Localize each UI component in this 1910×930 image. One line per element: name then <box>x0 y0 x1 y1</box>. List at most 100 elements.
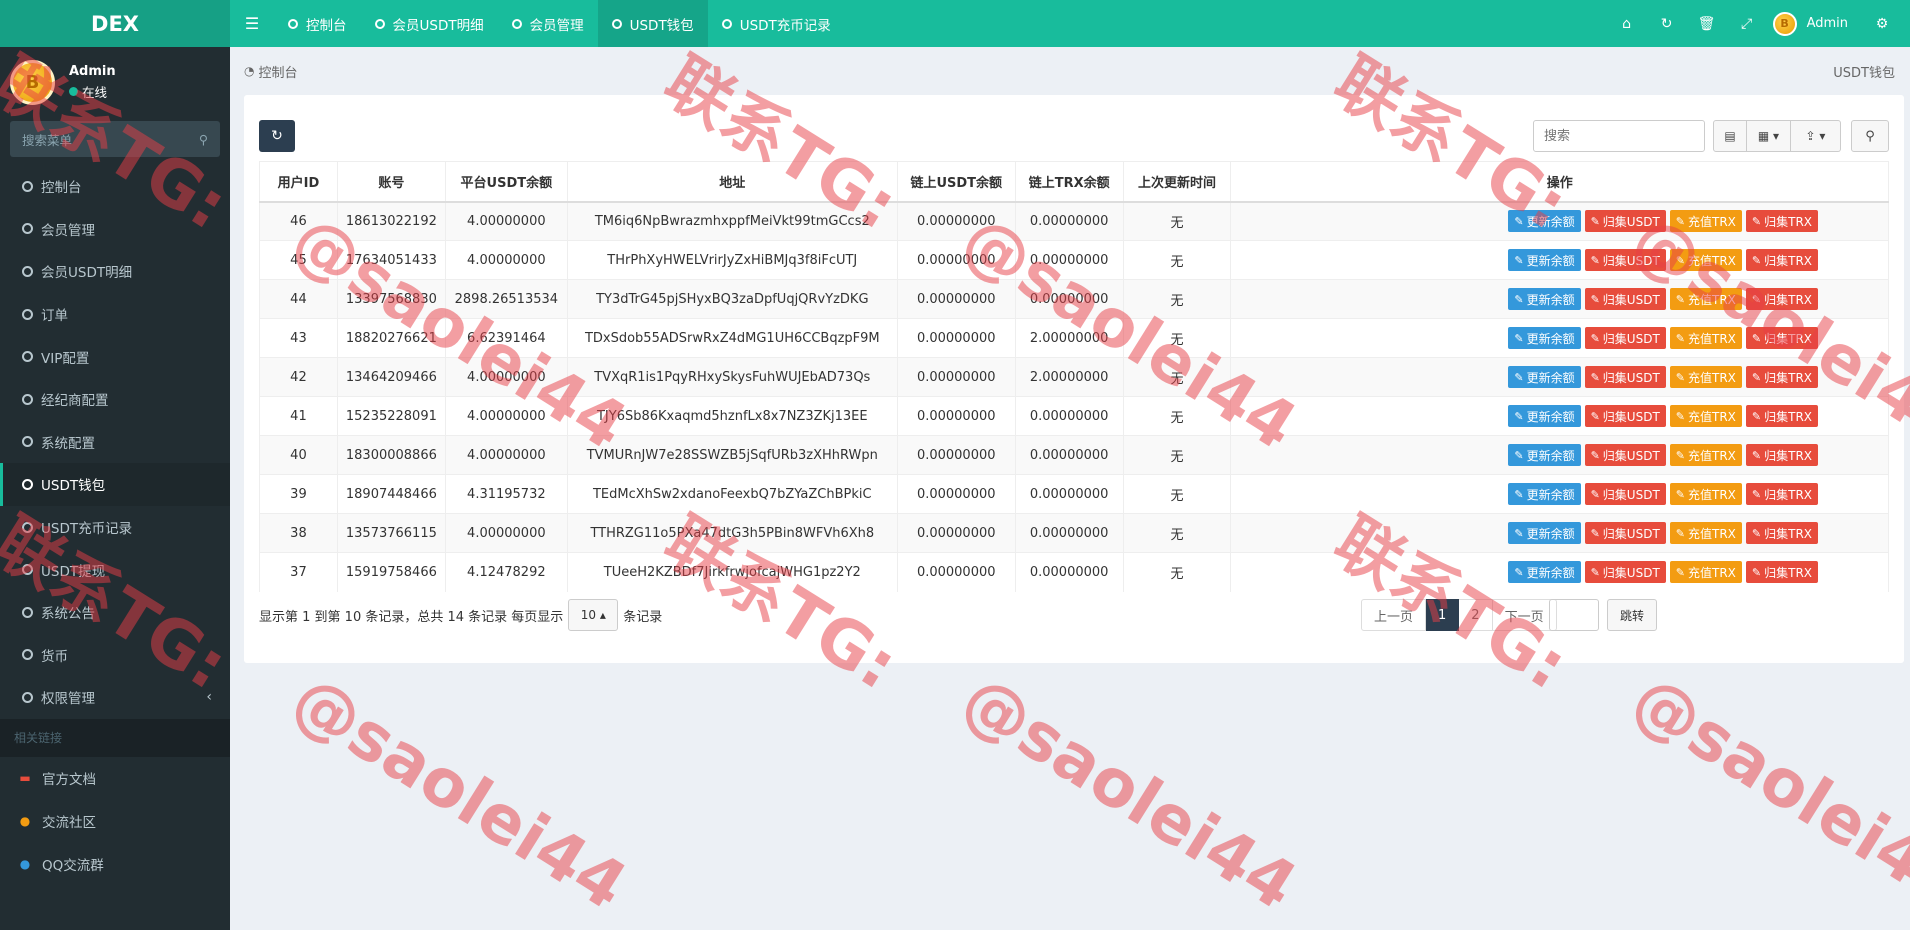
trash-icon[interactable]: 🗑 <box>1687 0 1727 47</box>
action-button-3[interactable]: ✎ 归集TRX <box>1745 210 1818 233</box>
action-button-1[interactable]: ✎ 归集USDT <box>1584 327 1666 349</box>
pencil-icon: ✎ <box>1590 526 1600 540</box>
sidebar-link-2[interactable]: ● QQ交流群 <box>0 843 230 886</box>
page-1-button[interactable]: 1 <box>1426 599 1460 631</box>
column-header[interactable]: 链上TRX余额 <box>1014 161 1124 203</box>
sidebar-item-3[interactable]: 订单 <box>0 293 230 336</box>
action-button-2[interactable]: ✎ 充值TRX <box>1669 405 1742 427</box>
page-size-select[interactable]: 10 ▴ <box>568 599 619 631</box>
tab-2[interactable]: 会员管理 <box>498 0 598 47</box>
action-button-2[interactable]: ✎ 充值TRX <box>1669 522 1742 544</box>
action-button-3[interactable]: ✎ 归集TRX <box>1745 483 1818 505</box>
pencil-icon: ✎ <box>1514 253 1524 267</box>
action-button-1[interactable]: ✎ 归集USDT <box>1584 249 1666 271</box>
sidebar-item-5[interactable]: 经纪商配置 <box>0 378 230 421</box>
tab-3[interactable]: USDT钱包 <box>597 0 708 47</box>
action-button-3[interactable]: ✎ 归集TRX <box>1745 522 1818 544</box>
breadcrumb-home[interactable]: 控制台 <box>258 62 297 81</box>
sidebar-item-2[interactable]: 会员USDT明细 <box>0 250 230 293</box>
sidebar-link-0[interactable]: ▬ 官方文档 <box>0 757 230 800</box>
action-button-0[interactable]: ✎ 更新余额 <box>1508 288 1581 310</box>
action-button-1[interactable]: ✎ 归集USDT <box>1584 405 1666 427</box>
sidebar-item-12[interactable]: 权限管理 ‹ <box>0 676 230 719</box>
next-page-button[interactable]: 下一页 <box>1492 599 1557 631</box>
sidebar-item-10[interactable]: 系统公告 <box>0 591 230 634</box>
tab-0[interactable]: 控制台 <box>274 0 361 47</box>
pagination: 上一页 1 2 下一页 <box>1361 599 1557 631</box>
action-button-0[interactable]: ✎ 更新余额 <box>1508 210 1581 233</box>
action-button-0[interactable]: ✎ 更新余额 <box>1508 561 1581 584</box>
action-button-3[interactable]: ✎ 归集TRX <box>1745 405 1818 427</box>
action-label: 归集TRX <box>1764 370 1812 385</box>
action-button-1[interactable]: ✎ 归集USDT <box>1584 288 1666 310</box>
export-button[interactable]: ⇪ ▾ <box>1791 120 1841 152</box>
action-button-3[interactable]: ✎ 归集TRX <box>1745 444 1818 466</box>
action-button-2[interactable]: ✎ 充值TRX <box>1669 483 1742 505</box>
fullscreen-icon[interactable]: ⤢ <box>1727 0 1767 47</box>
home-icon[interactable]: ⌂ <box>1607 0 1647 47</box>
sidebar-item-11[interactable]: 货币 <box>0 634 230 677</box>
tab-4[interactable]: USDT充币记录 <box>708 0 845 47</box>
action-button-1[interactable]: ✎ 归集USDT <box>1584 483 1666 505</box>
column-header[interactable]: 地址 <box>566 161 898 203</box>
column-header[interactable]: 用户ID <box>259 161 338 203</box>
action-button-0[interactable]: ✎ 更新余额 <box>1508 522 1581 544</box>
action-button-3[interactable]: ✎ 归集TRX <box>1745 288 1818 310</box>
action-button-2[interactable]: ✎ 充值TRX <box>1669 210 1742 233</box>
toggle-view-button[interactable]: ▤ <box>1713 120 1747 152</box>
action-button-1[interactable]: ✎ 归集USDT <box>1584 444 1666 466</box>
settings-gears-icon[interactable]: ⚙ <box>1862 0 1902 47</box>
menu-search-input[interactable]: 搜索菜单 ⚲ <box>10 121 220 157</box>
sidebar-item-0[interactable]: 控制台 <box>0 165 230 208</box>
action-button-1[interactable]: ✎ 归集USDT <box>1584 561 1666 584</box>
action-button-0[interactable]: ✎ 更新余额 <box>1508 249 1581 271</box>
prev-page-button[interactable]: 上一页 <box>1361 599 1427 631</box>
action-button-0[interactable]: ✎ 更新余额 <box>1508 444 1581 466</box>
action-button-0[interactable]: ✎ 更新余额 <box>1508 327 1581 349</box>
column-header[interactable]: 链上USDT余额 <box>896 161 1016 203</box>
menu-toggle-icon[interactable]: ☰ <box>230 0 274 47</box>
jump-page-input[interactable] <box>1549 599 1599 631</box>
app-logo[interactable]: DEX <box>0 0 230 47</box>
sidebar-item-4[interactable]: VIP配置 <box>0 335 230 378</box>
action-button-0[interactable]: ✎ 更新余额 <box>1508 483 1581 505</box>
table-search-input[interactable] <box>1533 120 1705 152</box>
sidebar-item-7[interactable]: USDT钱包 <box>0 463 230 506</box>
user-menu[interactable]: B Admin <box>1767 11 1862 36</box>
action-button-2[interactable]: ✎ 充值TRX <box>1669 561 1742 584</box>
action-button-2[interactable]: ✎ 充值TRX <box>1669 249 1742 271</box>
sidebar-item-9[interactable]: USDT提现 <box>0 548 230 591</box>
action-button-3[interactable]: ✎ 归集TRX <box>1745 561 1818 584</box>
sidebar-item-8[interactable]: USDT充币记录 <box>0 506 230 549</box>
action-button-0[interactable]: ✎ 更新余额 <box>1508 405 1581 427</box>
action-button-3[interactable]: ✎ 归集TRX <box>1745 366 1818 388</box>
table-refresh-button[interactable]: ↻ <box>259 120 295 152</box>
action-button-3[interactable]: ✎ 归集TRX <box>1745 327 1818 349</box>
action-button-2[interactable]: ✎ 充值TRX <box>1669 366 1742 388</box>
tab-1[interactable]: 会员USDT明细 <box>361 0 498 47</box>
action-button-3[interactable]: ✎ 归集TRX <box>1745 249 1818 271</box>
column-header[interactable]: 操作 <box>1230 161 1889 203</box>
action-button-1[interactable]: ✎ 归集USDT <box>1584 210 1666 233</box>
action-button-2[interactable]: ✎ 充值TRX <box>1669 288 1742 310</box>
table-row: 40 18300008866 4.00000000 TVMURnJW7e28SSWZB… <box>259 435 1889 475</box>
sidebar-link-1[interactable]: ● 交流社区 <box>0 800 230 843</box>
action-button-1[interactable]: ✎ 归集USDT <box>1584 366 1666 388</box>
actions-cell: ✎ 更新余额 ✎ 归集USDT ✎ 充值TRX ✎ 归集TRX <box>1230 279 1889 319</box>
action-button-0[interactable]: ✎ 更新余额 <box>1508 366 1581 388</box>
action-button-2[interactable]: ✎ 充值TRX <box>1669 327 1742 349</box>
advanced-search-button[interactable]: ⚲ <box>1851 120 1889 152</box>
action-button-2[interactable]: ✎ 充值TRX <box>1669 444 1742 466</box>
sidebar-item-6[interactable]: 系统配置 <box>0 421 230 464</box>
refresh-icon[interactable]: ↻ <box>1647 0 1687 47</box>
circle-icon <box>22 606 33 618</box>
page-2-button[interactable]: 2 <box>1459 599 1493 631</box>
sidebar-item-1[interactable]: 会员管理 <box>0 208 230 251</box>
column-header[interactable]: 上次更新时间 <box>1122 161 1231 203</box>
action-label: 更新余额 <box>1526 565 1575 580</box>
columns-button[interactable]: ▦ ▾ <box>1747 120 1791 152</box>
jump-button[interactable]: 跳转 <box>1607 599 1657 631</box>
column-header[interactable]: 账号 <box>336 161 446 203</box>
action-button-1[interactable]: ✎ 归集USDT <box>1584 522 1666 544</box>
column-header[interactable]: 平台USDT余额 <box>444 161 568 203</box>
